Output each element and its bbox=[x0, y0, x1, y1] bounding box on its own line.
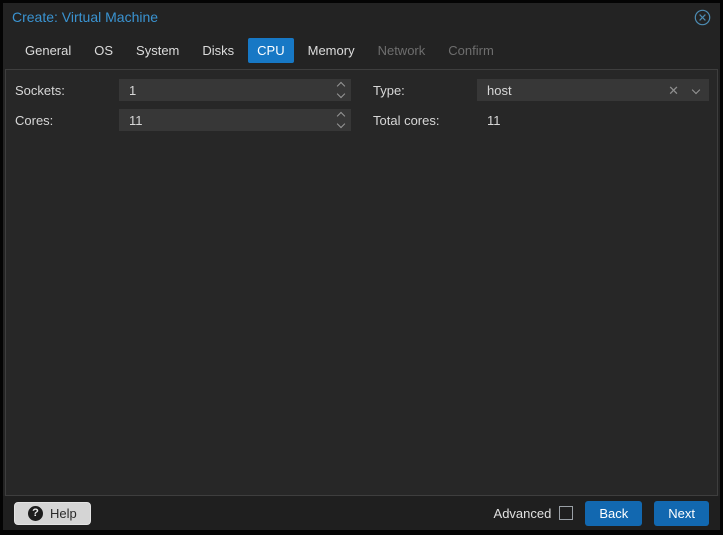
question-mark-icon: ? bbox=[28, 506, 43, 521]
tab-confirm: Confirm bbox=[439, 38, 503, 63]
sockets-spinner bbox=[338, 79, 344, 101]
create-vm-dialog: Create: Virtual Machine General OS Syste… bbox=[0, 0, 723, 535]
tab-disks[interactable]: Disks bbox=[193, 38, 243, 63]
dialog-title: Create: Virtual Machine bbox=[12, 9, 158, 25]
tab-network: Network bbox=[369, 38, 435, 63]
clear-x-icon[interactable]: ✕ bbox=[668, 84, 679, 97]
sockets-field bbox=[119, 79, 351, 101]
tab-os[interactable]: OS bbox=[85, 38, 122, 63]
type-label: Type: bbox=[373, 83, 477, 98]
tab-memory[interactable]: Memory bbox=[299, 38, 364, 63]
cores-label: Cores: bbox=[15, 113, 119, 128]
wizard-tabbar: General OS System Disks CPU Memory Netwo… bbox=[3, 31, 720, 69]
advanced-label: Advanced bbox=[494, 506, 552, 521]
back-button[interactable]: Back bbox=[585, 501, 642, 526]
cores-field bbox=[119, 109, 351, 131]
cores-input[interactable] bbox=[119, 109, 351, 131]
chevron-down-icon[interactable] bbox=[693, 87, 699, 93]
help-button[interactable]: ? Help bbox=[14, 502, 91, 525]
form-row-2: Cores: Total cores: 11 bbox=[15, 109, 717, 131]
dialog-titlebar: Create: Virtual Machine bbox=[3, 3, 720, 31]
close-icon[interactable] bbox=[694, 9, 711, 26]
sockets-input[interactable] bbox=[119, 79, 351, 101]
total-cores-label: Total cores: bbox=[373, 113, 477, 128]
total-cores-value: 11 bbox=[477, 113, 501, 128]
advanced-checkbox[interactable] bbox=[559, 506, 573, 520]
help-label: Help bbox=[50, 506, 77, 521]
sockets-label: Sockets: bbox=[15, 83, 119, 98]
cpu-tab-panel: Sockets: Type: ✕ Cores: bbox=[5, 69, 718, 496]
tab-general[interactable]: General bbox=[16, 38, 80, 63]
type-combo-icons: ✕ bbox=[668, 79, 709, 101]
cores-spin-down-icon[interactable] bbox=[337, 120, 345, 128]
form-row-1: Sockets: Type: ✕ bbox=[15, 79, 717, 101]
sockets-spin-down-icon[interactable] bbox=[337, 90, 345, 98]
tab-cpu[interactable]: CPU bbox=[248, 38, 293, 63]
footer-toolbar: ? Help Advanced Back Next bbox=[3, 496, 720, 530]
next-button[interactable]: Next bbox=[654, 501, 709, 526]
type-combo-field: ✕ bbox=[477, 79, 709, 101]
tab-system[interactable]: System bbox=[127, 38, 188, 63]
cores-spinner bbox=[338, 109, 344, 131]
